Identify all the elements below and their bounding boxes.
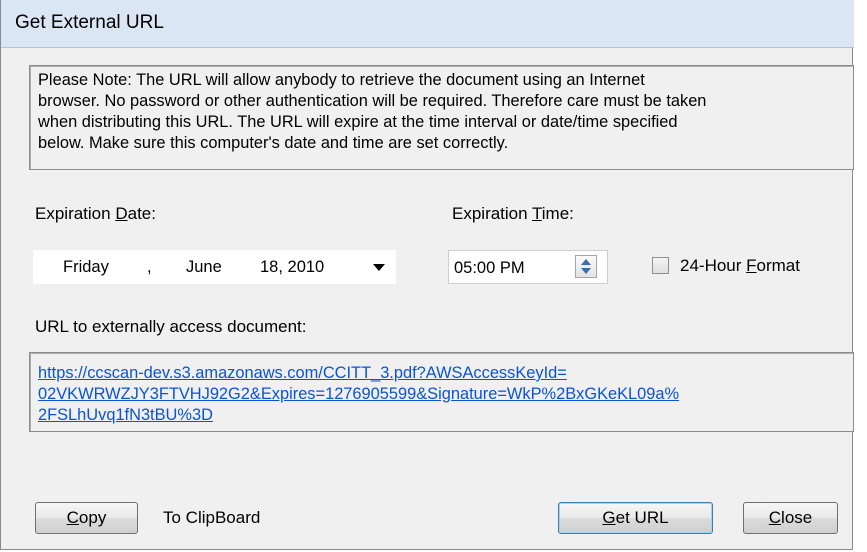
title-bar: Get External URL <box>1 0 854 48</box>
copy-button[interactable]: Copy <box>35 502 138 534</box>
get-url-button[interactable]: Get URL <box>558 502 713 534</box>
format-24h-checkbox[interactable] <box>652 257 669 274</box>
time-spinner[interactable] <box>575 255 597 278</box>
note-line: below. Make sure this computer's date an… <box>38 134 509 152</box>
url-text-box: https://ccscan-dev.s3.amazonaws.com/CCIT… <box>29 352 854 432</box>
note-line: Please Note: The URL will allow anybody … <box>38 71 645 89</box>
get-external-url-dialog: Get External URL Please Note: The URL wi… <box>0 0 854 550</box>
window-title: Get External URL <box>15 12 164 33</box>
note-line: when distributing this URL. The URL will… <box>38 113 678 131</box>
date-weekday[interactable]: Friday <box>63 258 109 277</box>
expiration-date-picker[interactable]: Friday , June 18, 2010 <box>33 250 396 284</box>
url-link-line[interactable]: 2FSLhUvq1fN3tBU%3D <box>38 405 847 426</box>
url-link-line[interactable]: 02VKWRWZJY3FTVHJ92G2&Expires=1276905599&… <box>38 384 847 405</box>
expiration-date-label: Expiration Date: <box>35 204 156 223</box>
date-month[interactable]: June <box>186 258 222 277</box>
date-separator: , <box>147 258 152 276</box>
url-section-label: URL to externally access document: <box>35 317 307 336</box>
chevron-down-icon[interactable] <box>373 264 385 271</box>
format-24h-label[interactable]: 24-Hour Format <box>680 256 800 276</box>
close-button[interactable]: Close <box>743 502 838 534</box>
spin-down-icon[interactable] <box>581 268 591 274</box>
clipboard-label: To ClipBoard <box>163 508 261 527</box>
note-line: browser. No password or other authentica… <box>38 92 707 110</box>
note-text-box: Please Note: The URL will allow anybody … <box>29 65 854 170</box>
spin-up-icon[interactable] <box>581 259 591 265</box>
time-value[interactable]: 05:00 PM <box>454 259 525 278</box>
url-link-line[interactable]: https://ccscan-dev.s3.amazonaws.com/CCIT… <box>38 363 847 384</box>
expiration-time-label: Expiration Time: <box>452 204 574 223</box>
date-day-year[interactable]: 18, 2010 <box>260 258 324 277</box>
expiration-time-field[interactable]: 05:00 PM <box>448 250 608 284</box>
